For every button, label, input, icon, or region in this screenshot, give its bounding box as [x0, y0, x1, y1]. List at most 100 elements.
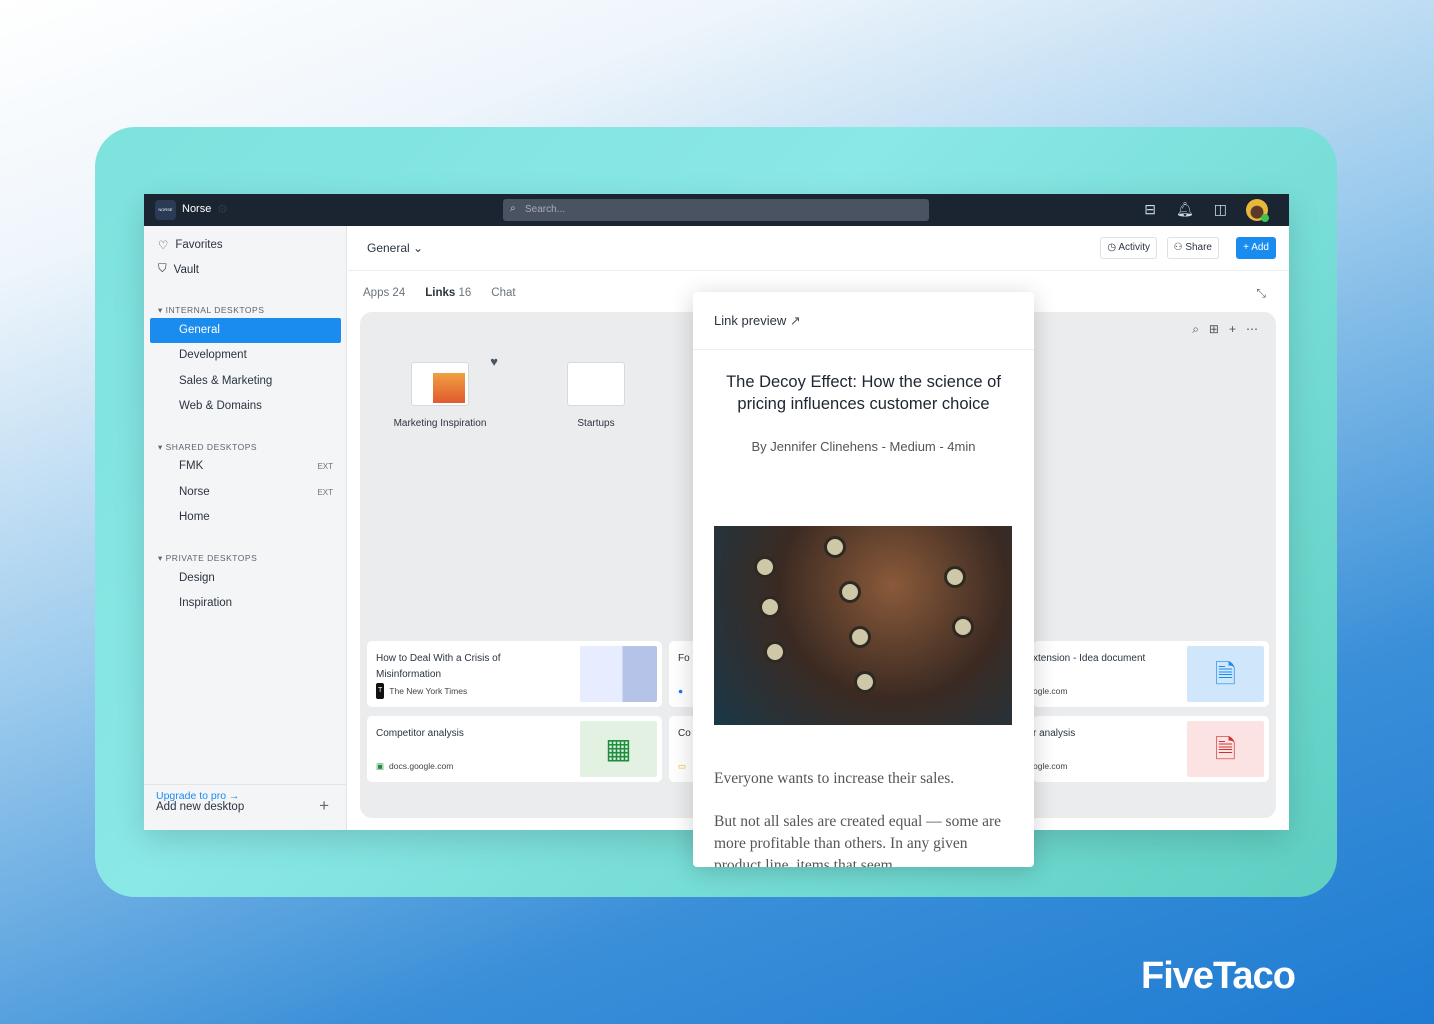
folder-icon [411, 362, 469, 406]
tab-links[interactable]: Links 16 [425, 287, 471, 299]
desktop-selector[interactable]: General ⌄ [367, 241, 423, 255]
tabs: Apps 24 Links 16 Chat [363, 287, 516, 299]
sidebar-item-vault[interactable]: ⛉ Vault [158, 263, 199, 276]
card-source: The New York Times [389, 686, 468, 696]
avatar[interactable] [1246, 199, 1269, 222]
workspace-logo[interactable]: NORSE [155, 200, 176, 220]
clock-icon: ◷ [1107, 242, 1117, 253]
article-paragraph: But not all sales are created equal — so… [714, 813, 1002, 867]
desktop-inspiration[interactable]: Inspiration [150, 591, 341, 616]
card-title: Fo [678, 653, 690, 664]
vault-label: Vault [173, 263, 199, 276]
document-icon: 🗎︎ [1187, 646, 1264, 702]
external-link-icon[interactable]: ↗ [790, 313, 801, 328]
search-icon: ⌕ [510, 203, 516, 214]
heart-icon[interactable]: ♥ [490, 354, 498, 369]
google-sheets-icon: ▣ [376, 761, 385, 771]
shield-icon: ⛉ [158, 263, 167, 275]
internal-desktops-header[interactable]: ▾ INTERNAL DESKTOPS [158, 305, 264, 316]
shared-desktops-header[interactable]: ▾ SHARED DESKTOPS [158, 442, 257, 453]
tab-count: 16 [458, 287, 472, 299]
desktop-title: General [367, 241, 410, 255]
desktop-general[interactable]: General [150, 318, 341, 343]
desktop-label: FMK [179, 460, 204, 472]
folder-startups[interactable]: Startups [536, 362, 656, 429]
inbox-icon[interactable]: ⊟ [1144, 201, 1156, 218]
desktop-web-domains[interactable]: Web & Domains [150, 394, 341, 419]
tab-label: Apps [363, 287, 390, 299]
sidebar: ♡ Favorites ⛉ Vault ▾ INTERNAL DESKTOPS Ge… [144, 226, 347, 830]
link-card[interactable]: xtension - Idea document ogle.com 🗎︎ [1033, 641, 1269, 707]
slides-icon: ▭ [678, 761, 687, 771]
article-image [714, 526, 1012, 725]
online-status-icon [1261, 214, 1269, 222]
card-source: ogle.com [1033, 761, 1068, 771]
folder-label: Marketing Inspiration [393, 418, 487, 429]
card-title: How to Deal With a Crisis of Misinformat… [376, 653, 501, 680]
card-title: Competitor analysis [376, 728, 464, 739]
ext-badge: EXT [317, 462, 333, 471]
favorites-label: Favorites [175, 239, 223, 251]
content-header: General ⌄ ◷ Activity ⚇ Share + Add [348, 226, 1289, 271]
tab-label: Links [425, 287, 456, 299]
card-title: xtension - Idea document [1033, 653, 1146, 664]
share-button[interactable]: ⚇ Share [1166, 237, 1219, 259]
link-card[interactable]: Competitor analysis ▣ docs.google.com ▦ [367, 716, 662, 782]
desktop-development[interactable]: Development [150, 343, 341, 368]
brand-logo: FiveTaco [1141, 955, 1296, 997]
card-title: r analysis [1033, 728, 1076, 739]
spreadsheet-icon: ▦ [580, 721, 657, 777]
search-icon[interactable]: ⌕ [1192, 322, 1199, 337]
private-desktops-header[interactable]: ▾ PRIVATE DESKTOPS [158, 553, 257, 564]
add-button[interactable]: + Add [1236, 237, 1276, 259]
workspace-name[interactable]: Norse [182, 203, 211, 215]
plus-icon: + [319, 796, 329, 815]
bell-icon[interactable]: 🔔︎ [1176, 201, 1194, 218]
desktop-fmk[interactable]: FMK EXT [150, 454, 341, 479]
search-placeholder: Search... [525, 204, 566, 215]
activity-button[interactable]: ◷ Activity [1100, 237, 1157, 259]
new-folder-icon[interactable]: ⊞ [1209, 322, 1219, 337]
activity-label: Activity [1118, 242, 1150, 253]
desktop-norse[interactable]: Norse EXT [150, 480, 341, 505]
link-card[interactable]: How to Deal With a Crisis of Misinformat… [367, 641, 662, 707]
desktop-design[interactable]: Design [150, 566, 341, 591]
folder-marketing-inspiration[interactable]: Marketing Inspiration ♥ [380, 354, 500, 429]
card-source: docs.google.com [389, 761, 454, 771]
link-preview-header: Link preview ↗ [693, 292, 1034, 350]
card-source: ogle.com [1033, 686, 1068, 696]
link-card[interactable]: r analysis ogle.com 🗎︎ [1033, 716, 1269, 782]
search-input[interactable]: ⌕ Search... [503, 199, 929, 221]
article-paragraph: Everyone wants to increase their sales. [714, 770, 955, 787]
chevron-down-icon: ⌄ [413, 241, 424, 255]
tab-apps[interactable]: Apps 24 [363, 287, 405, 299]
gear-icon[interactable]: ⚙ [217, 202, 228, 216]
share-label: Share [1185, 242, 1212, 253]
top-bar: NORSE Norse ⚙ ⌕ Search... ⊟ 🔔︎ ◫ [144, 194, 1289, 226]
sidebar-item-favorites[interactable]: ♡ Favorites [158, 238, 223, 252]
sidebar-toggle-icon[interactable]: ◫ [1214, 201, 1227, 218]
link-preview-panel: Link preview ↗ The Decoy Effect: How the… [693, 292, 1034, 867]
more-icon[interactable]: ⋯ [1246, 322, 1258, 337]
folder-icon [567, 362, 625, 406]
desktop-sales-marketing[interactable]: Sales & Marketing [150, 369, 341, 394]
desktop-label: Norse [179, 486, 210, 498]
desktop-home[interactable]: Home [150, 505, 341, 530]
collapse-icon[interactable]: ⤡ [1256, 286, 1266, 301]
folder-label: Startups [577, 418, 615, 429]
article-title: The Decoy Effect: How the science of pri… [726, 373, 1001, 413]
link-preview-label: Link preview [714, 313, 787, 328]
article-thumbnail [580, 646, 657, 702]
add-label: Add [1251, 242, 1269, 253]
ext-badge: EXT [317, 488, 333, 497]
article-byline: By Jennifer Clinehens - Medium - 4min [751, 439, 976, 454]
tab-chat[interactable]: Chat [491, 287, 515, 299]
card-title: Co [678, 728, 691, 739]
pdf-icon: 🗎︎ [1187, 721, 1264, 777]
plus-icon[interactable]: + [1229, 322, 1236, 337]
add-desktop-button[interactable]: Add new desktop + [144, 784, 347, 830]
heart-icon: ♡ [158, 240, 169, 252]
tab-count: 24 [392, 287, 406, 299]
section-label: PRIVATE DESKTOPS [165, 553, 258, 563]
nyt-icon: T [376, 683, 385, 699]
